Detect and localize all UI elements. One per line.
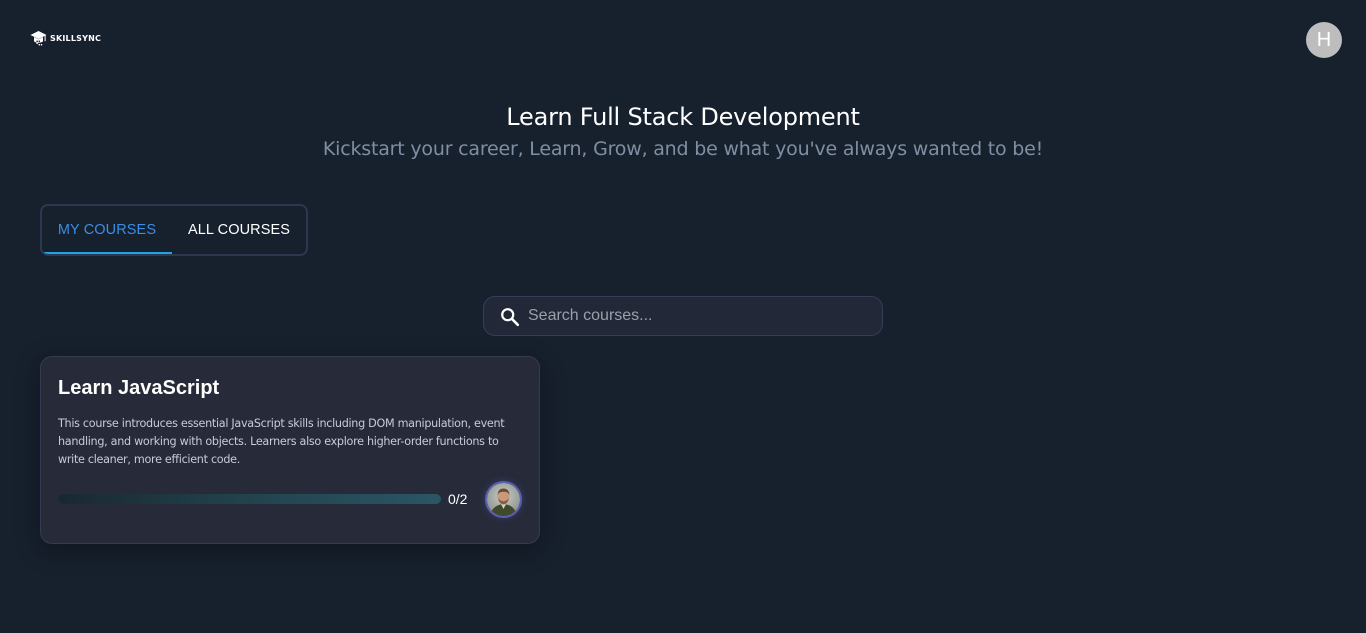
course-description: This course introduces essential JavaScr… [58,417,505,466]
page-title: Learn Full Stack Development [506,103,860,131]
tab-my-courses[interactable]: MY COURSES [42,206,172,254]
course-tabs: MY COURSES ALL COURSES [40,204,308,256]
course-progress-bar [58,494,441,504]
course-progress-text: 0/2 [448,491,468,507]
page-subtitle: Kickstart your career, Learn, Grow, and … [322,138,1044,160]
logo-text: SKILLSYNC [50,34,102,43]
course-title[interactable]: Learn JavaScript [58,377,219,400]
top-bar: SKILLSYNC H [0,0,1366,80]
instructor-avatar [485,481,522,518]
course-card[interactable]: Learn JavaScript This course introduces … [40,356,540,544]
search-icon [501,308,520,327]
hero-section: Learn Full Stack Development Kickstart y… [0,100,1366,164]
skillsync-logo[interactable]: SKILLSYNC [30,30,101,47]
search-bar [483,296,883,336]
graduation-cap-icon [30,31,47,46]
search-input[interactable] [528,297,868,335]
instructor-portrait-icon [487,483,520,516]
tab-all-courses[interactable]: ALL COURSES [172,206,306,254]
user-avatar[interactable]: H [1306,22,1342,58]
